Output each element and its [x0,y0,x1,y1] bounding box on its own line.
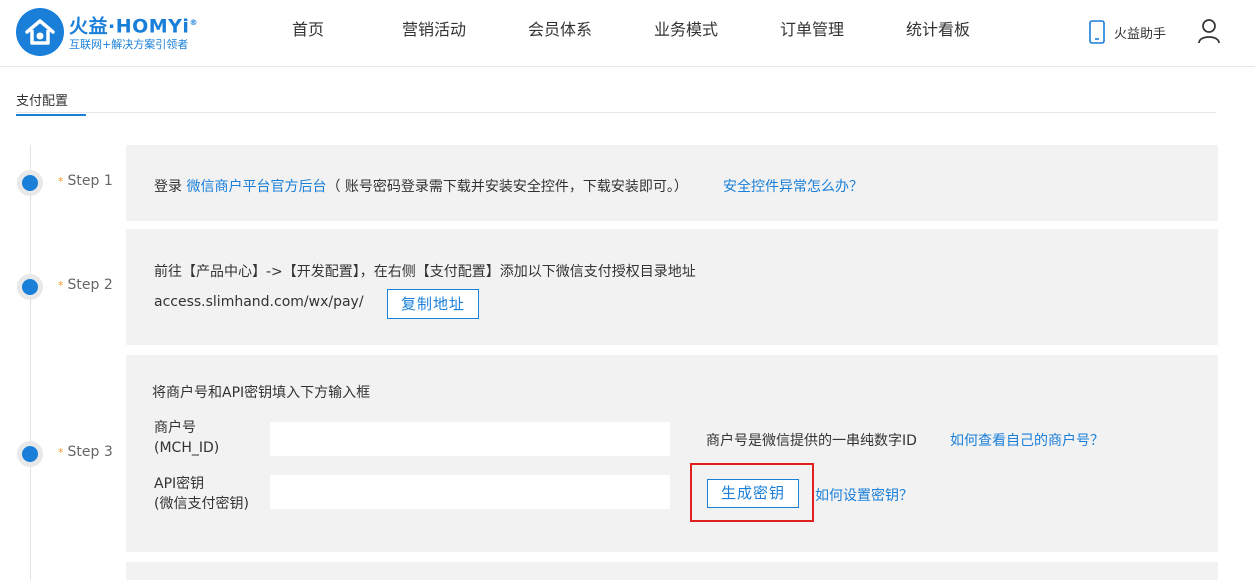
nav-item-dashboard[interactable]: 统计看板 [875,0,1001,60]
top-header: 火益·HOMYi® 互联网+解决方案引领者 首页 营销活动 会员体系 业务模式 … [0,0,1255,67]
brand-logo[interactable]: 火益·HOMYi® 互联网+解决方案引领者 [16,7,198,57]
nav-item-marketing[interactable]: 营销活动 [371,0,497,60]
section-divider [16,112,1216,113]
copy-address-button[interactable]: 复制地址 [387,289,479,319]
brand-title: 火益·HOMYi [69,15,190,38]
brand-trademark: ® [189,17,198,27]
step3-dot [22,446,38,462]
api-key-help-link[interactable]: 如何设置密钥？ [815,485,913,505]
step4-panel [126,562,1218,580]
mobile-phone-icon [1089,20,1105,44]
generate-key-button[interactable]: 生成密钥 [707,479,799,508]
step2-label: * Step 2 [58,277,113,293]
timeline-line [30,145,31,580]
auth-directory-url: access.slimhand.com/wx/pay/ [154,294,364,310]
step1-label: * Step 1 [58,173,113,189]
main-nav: 首页 营销活动 会员体系 业务模式 订单管理 统计看板 [245,0,1001,60]
assistant-label: 火益助手 [1114,26,1167,42]
logo-house-icon [16,8,64,56]
api-key-input[interactable] [270,475,670,509]
mch-id-label: 商户号 (MCH_ID) [154,420,220,456]
step2-instruction: 前往【产品中心】->【开发配置】，在右侧【支付配置】添加以下微信支付授权目录地址 [154,264,696,280]
mch-id-help-link[interactable]: 如何查看自己的商户号？ [950,430,1104,450]
nav-item-home[interactable]: 首页 [245,0,371,60]
step2-dot [22,279,38,295]
mch-id-hint: 商户号是微信提供的一串纯数字ID [706,433,917,449]
step3-label: * Step 3 [58,444,113,460]
step1-dot [22,175,38,191]
step1-panel: 登录 微信商户平台官方后台（ 账号密码登录需下载并安装安全控件，下载安装即可。）… [126,145,1218,221]
wechat-merchant-platform-link[interactable]: 微信商户平台官方后台 [186,179,326,195]
step3-instruction: 将商户号和API密钥填入下方输入框 [152,385,371,401]
required-star-icon: * [58,175,64,188]
nav-item-orders[interactable]: 订单管理 [749,0,875,60]
security-control-help-link[interactable]: 安全控件异常怎么办？ [723,176,863,196]
brand-subtitle: 互联网+解决方案引领者 [69,38,189,52]
mch-id-input[interactable] [270,422,670,456]
required-star-icon: * [58,446,64,459]
step3-panel: 将商户号和API密钥填入下方输入框 商户号 (MCH_ID) 商户号是微信提供的… [126,355,1218,552]
step1-note: （ 账号密码登录需下载并安装安全控件，下载安装即可。） [326,179,688,195]
nav-item-membership[interactable]: 会员体系 [497,0,623,60]
nav-item-business-mode[interactable]: 业务模式 [623,0,749,60]
step1-text-prefix: 登录 [154,179,187,195]
user-profile-icon[interactable] [1197,18,1221,44]
api-key-label: API密钥 (微信支付密钥) [154,476,249,512]
step2-panel: 前往【产品中心】->【开发配置】，在右侧【支付配置】添加以下微信支付授权目录地址… [126,229,1218,345]
assistant-link[interactable]: 火益助手 [1088,19,1166,45]
required-star-icon: * [58,279,64,292]
